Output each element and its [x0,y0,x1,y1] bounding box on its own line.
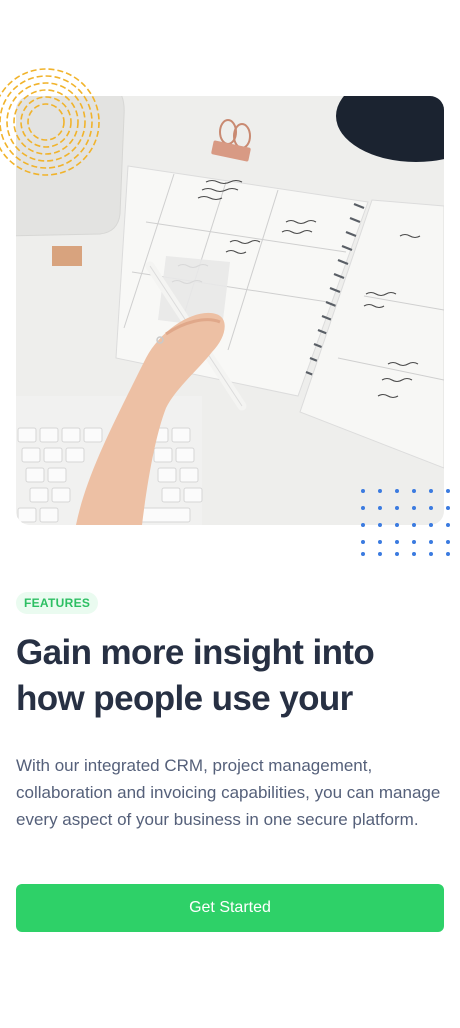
features-badge: FEATURES [16,592,99,614]
concentric-rings-decoration [0,68,100,176]
get-started-button[interactable]: Get Started [16,884,444,932]
hero-section [0,0,460,580]
section-headline: Gain more insight into how people use yo… [16,633,375,718]
dot-grid-decoration [361,489,450,556]
section-description: With our integrated CRM, project managem… [16,756,441,829]
